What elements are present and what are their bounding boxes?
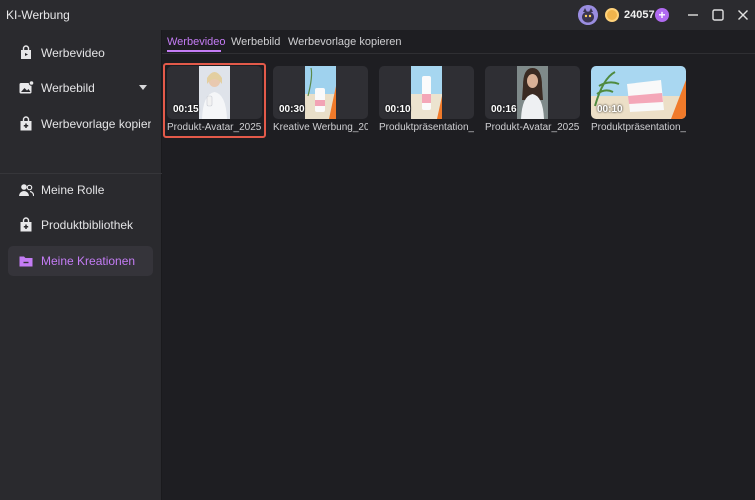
tab-werbevideo[interactable]: Werbevideo (167, 36, 226, 48)
app-title: KI-Werbung (6, 8, 70, 22)
video-duration: 00:30 (279, 104, 305, 115)
sidebar: Werbevideo Werbebild Werbevorlage kopier… (0, 30, 162, 500)
creation-card[interactable]: 00:30 Kreative Werbung_2025... (273, 66, 368, 133)
coin-icon (605, 8, 619, 22)
beach-product-thumbnail (305, 66, 336, 119)
sidebar-item-label: Werbevideo (41, 46, 105, 60)
video-duration: 00:10 (597, 104, 623, 115)
sidebar-item-meine-rolle[interactable]: Meine Rolle (8, 175, 153, 205)
video-thumbnail[interactable]: 00:30 (273, 66, 368, 119)
copy-template-icon (20, 116, 32, 131)
sidebar-item-werbebild[interactable]: Werbebild (8, 73, 153, 103)
avatar-woman-thumbnail (517, 66, 548, 119)
active-tab-indicator (167, 50, 221, 52)
sidebar-item-meine-kreationen[interactable]: Meine Kreationen (8, 246, 153, 276)
cat-avatar-icon (578, 5, 598, 25)
sidebar-item-label: Produktbibliothek (41, 218, 134, 232)
main-content: Werbevideo Werbebild Werbevorlage kopier… (162, 30, 755, 500)
add-credits-button[interactable]: + (655, 8, 669, 22)
image-icon (19, 80, 34, 94)
close-icon[interactable] (734, 6, 752, 24)
sidebar-item-produktbibliothek[interactable]: Produktbibliothek (8, 210, 153, 240)
credit-count: 24057 (624, 9, 655, 21)
creation-card[interactable]: 00:10 Produktpräsentation_2025... (379, 66, 474, 133)
sidebar-item-label: Werbevorlage kopieren (41, 117, 151, 131)
product-bag-icon (20, 217, 32, 232)
creation-title: Produkt-Avatar_2025... (485, 122, 580, 133)
sidebar-item-label: Meine Kreationen (41, 254, 136, 268)
tab-werbevorlage-kopieren[interactable]: Werbevorlage kopieren (288, 36, 402, 48)
video-duration: 00:16 (491, 104, 517, 115)
selection-highlight (163, 63, 266, 138)
sidebar-item-werbevorlage-kopieren[interactable]: Werbevorlage kopieren (8, 109, 153, 139)
sidebar-item-werbevideo[interactable]: Werbevideo (8, 38, 153, 68)
creation-title: Produktpräsentation_2025... (379, 122, 474, 133)
creation-title: Produktpräsentation_2025... (591, 122, 686, 133)
video-thumbnail[interactable]: 00:10 (591, 66, 686, 119)
user-avatar[interactable] (578, 5, 598, 25)
video-bag-icon (21, 45, 31, 59)
chevron-down-icon[interactable] (139, 85, 147, 90)
video-thumbnail[interactable]: 00:16 (485, 66, 580, 119)
minimize-icon[interactable] (684, 6, 702, 24)
tab-bar: Werbevideo Werbebild Werbevorlage kopier… (162, 30, 755, 54)
title-bar: KI-Werbung 24057 + (0, 0, 755, 30)
video-duration: 00:10 (385, 104, 411, 115)
sidebar-item-label: Werbebild (41, 81, 95, 95)
lotion-product-thumbnail (411, 66, 442, 119)
creation-card[interactable]: 00:16 Produkt-Avatar_2025... (485, 66, 580, 133)
video-thumbnail[interactable]: 00:10 (379, 66, 474, 119)
maximize-icon[interactable] (709, 6, 727, 24)
users-icon (19, 184, 34, 197)
tab-werbebild[interactable]: Werbebild (231, 36, 280, 48)
creation-title: Kreative Werbung_2025... (273, 122, 368, 133)
sidebar-item-label: Meine Rolle (41, 183, 105, 197)
folder-icon (19, 256, 33, 267)
creation-card[interactable]: 00:10 Produktpräsentation_2025... (591, 66, 686, 133)
sidebar-divider (0, 173, 162, 174)
